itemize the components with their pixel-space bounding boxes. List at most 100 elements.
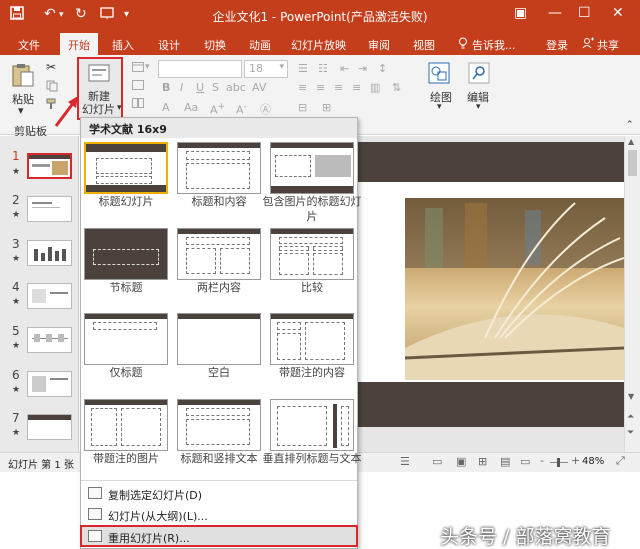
layout-caption: 节标题 (109, 281, 143, 294)
layout-section-header[interactable] (84, 228, 168, 280)
layout-comparison[interactable] (270, 228, 354, 280)
tab-home[interactable]: 开始 (60, 33, 98, 55)
layout-caption: 标题和内容 (191, 195, 247, 208)
bullets-icon[interactable]: ☰ (298, 62, 308, 75)
layout-title-slide[interactable] (84, 142, 168, 194)
tell-me-box[interactable]: 告诉我... (472, 37, 516, 53)
slide-thumbnail-5[interactable] (27, 327, 72, 353)
grow-font-icon[interactable]: A+ (210, 101, 225, 117)
restore-icon[interactable]: ☐ (578, 5, 591, 21)
zoom-in-button[interactable]: + (571, 454, 580, 467)
smartart-icon[interactable]: ⊞ (322, 101, 331, 114)
layout-content-caption[interactable] (270, 313, 354, 365)
close-icon[interactable]: ✕ (612, 5, 624, 21)
tab-transitions[interactable]: 切换 (204, 37, 226, 53)
numbering-icon[interactable]: ☷ (318, 62, 328, 75)
italic-icon[interactable]: I (180, 81, 183, 94)
layout-vertical-title-text[interactable] (270, 399, 354, 451)
slide-thumbnail-7[interactable] (27, 414, 72, 440)
paste-dropdown-icon[interactable]: ▾ (18, 104, 24, 117)
justify-icon[interactable]: ≡ (352, 81, 361, 94)
reading-view-icon[interactable]: ▤ (500, 455, 510, 468)
shadow-icon[interactable]: S (212, 81, 219, 94)
slide-thumbnail-1[interactable] (27, 153, 72, 179)
char-spacing-icon[interactable]: AV (252, 81, 266, 94)
align-right-icon[interactable]: ≡ (334, 81, 343, 94)
login-link[interactable]: 登录 (546, 37, 568, 53)
font-size-input[interactable]: 18 ▾ (244, 60, 288, 78)
zoom-out-button[interactable]: - (540, 454, 544, 467)
bold-icon[interactable]: B (162, 81, 170, 94)
layout-caption: 带题注的内容 (279, 366, 345, 379)
window-title: 企业文化1 - PowerPoint(产品激活失败) (212, 10, 428, 24)
new-slide-label-line2: 幻灯片 (82, 103, 115, 116)
scrollbar-thumb[interactable] (628, 150, 637, 176)
font-size-dropdown-icon[interactable]: ▾ (279, 62, 284, 72)
tab-file[interactable]: 文件 (18, 37, 40, 53)
tab-animations[interactable]: 动画 (249, 37, 271, 53)
scroll-down-icon[interactable]: ▼ (628, 392, 634, 401)
font-name-input[interactable] (158, 60, 242, 78)
layout-icon[interactable] (132, 62, 144, 75)
find-icon[interactable] (468, 62, 490, 87)
duplicate-slide-item[interactable]: 复制选定幻灯片(D) (108, 487, 202, 503)
share-button[interactable]: 共享 (597, 37, 619, 53)
indent-decrease-icon[interactable]: ⇤ (340, 62, 349, 75)
slide-thumbnail-4[interactable] (27, 283, 72, 309)
draw-dropdown-icon[interactable]: ▾ (437, 102, 442, 112)
paste-icon[interactable] (10, 62, 36, 91)
align-text-icon[interactable]: ⊟ (298, 101, 307, 114)
slide-thumbnail-6[interactable] (27, 371, 72, 397)
indent-increase-icon[interactable]: ⇥ (358, 62, 367, 75)
share-icon[interactable] (582, 37, 594, 52)
cut-icon[interactable]: ✂ (46, 60, 56, 74)
fit-slide-icon[interactable]: ⤢ (616, 454, 625, 468)
slideshow-view-icon[interactable]: ▭ (520, 455, 530, 468)
slide-sorter-icon[interactable]: ⊞ (478, 455, 487, 468)
next-slide-icon[interactable]: ⏷ (627, 428, 634, 438)
layout-title-picture[interactable] (270, 142, 354, 194)
collapse-ribbon-icon[interactable]: ⌃ (626, 120, 634, 130)
layout-picture-caption[interactable] (84, 399, 168, 451)
align-left-icon[interactable]: ≡ (298, 81, 307, 94)
layout-title-content[interactable] (177, 142, 261, 194)
clear-format-icon[interactable]: Ⓐ (260, 101, 271, 117)
reset-icon[interactable] (132, 80, 144, 93)
prev-slide-icon[interactable]: ⏶ (627, 412, 634, 422)
layout-title-vertical-text[interactable] (177, 399, 261, 451)
font-color-icon[interactable]: A (162, 101, 170, 114)
layout-title-only[interactable] (84, 313, 168, 365)
columns-icon[interactable]: ▥ (370, 81, 380, 94)
tab-design[interactable]: 设计 (158, 37, 180, 53)
zoom-level[interactable]: 48% (582, 456, 604, 467)
zoom-slider-thumb[interactable] (557, 458, 560, 467)
strikethrough-icon[interactable]: abc (226, 81, 246, 94)
layout-blank[interactable] (177, 313, 261, 365)
layout-dropdown-icon[interactable]: ▾ (145, 62, 150, 72)
edit-dropdown-icon[interactable]: ▾ (476, 102, 481, 112)
shrink-font-icon[interactable]: A- (236, 101, 247, 117)
vertical-scrollbar[interactable]: ▲ ▼ ⏶ ⏷ (624, 136, 640, 452)
scroll-up-icon[interactable]: ▲ (628, 137, 634, 146)
line-spacing-icon[interactable]: ↕ (378, 62, 387, 75)
tab-view[interactable]: 视图 (413, 37, 435, 53)
star-icon: ★ (12, 167, 21, 177)
slide-thumbnail-3[interactable] (27, 240, 72, 266)
tab-review[interactable]: 审阅 (368, 37, 390, 53)
text-direction-icon[interactable]: ⇅ (392, 81, 401, 94)
tab-slideshow[interactable]: 幻灯片放映 (291, 37, 346, 53)
layout-two-content[interactable] (177, 228, 261, 280)
underline-icon[interactable]: U (196, 81, 204, 94)
align-center-icon[interactable]: ≡ (316, 81, 325, 94)
tab-insert[interactable]: 插入 (112, 37, 134, 53)
slide-thumbnail-2[interactable] (27, 196, 72, 222)
slides-from-outline-item[interactable]: 幻灯片(从大纲)(L)... (108, 508, 208, 524)
comments-icon[interactable]: ▭ (432, 455, 442, 468)
draw-shapes-icon[interactable] (428, 62, 450, 87)
section-icon[interactable] (132, 98, 144, 111)
minimize-icon[interactable]: — (548, 5, 562, 21)
normal-view-icon[interactable]: ▣ (456, 455, 466, 468)
notes-icon[interactable]: ☰ (400, 455, 410, 468)
ribbon-options-icon[interactable]: ▣ (514, 5, 527, 21)
highlight-icon[interactable]: Aa (184, 101, 198, 114)
